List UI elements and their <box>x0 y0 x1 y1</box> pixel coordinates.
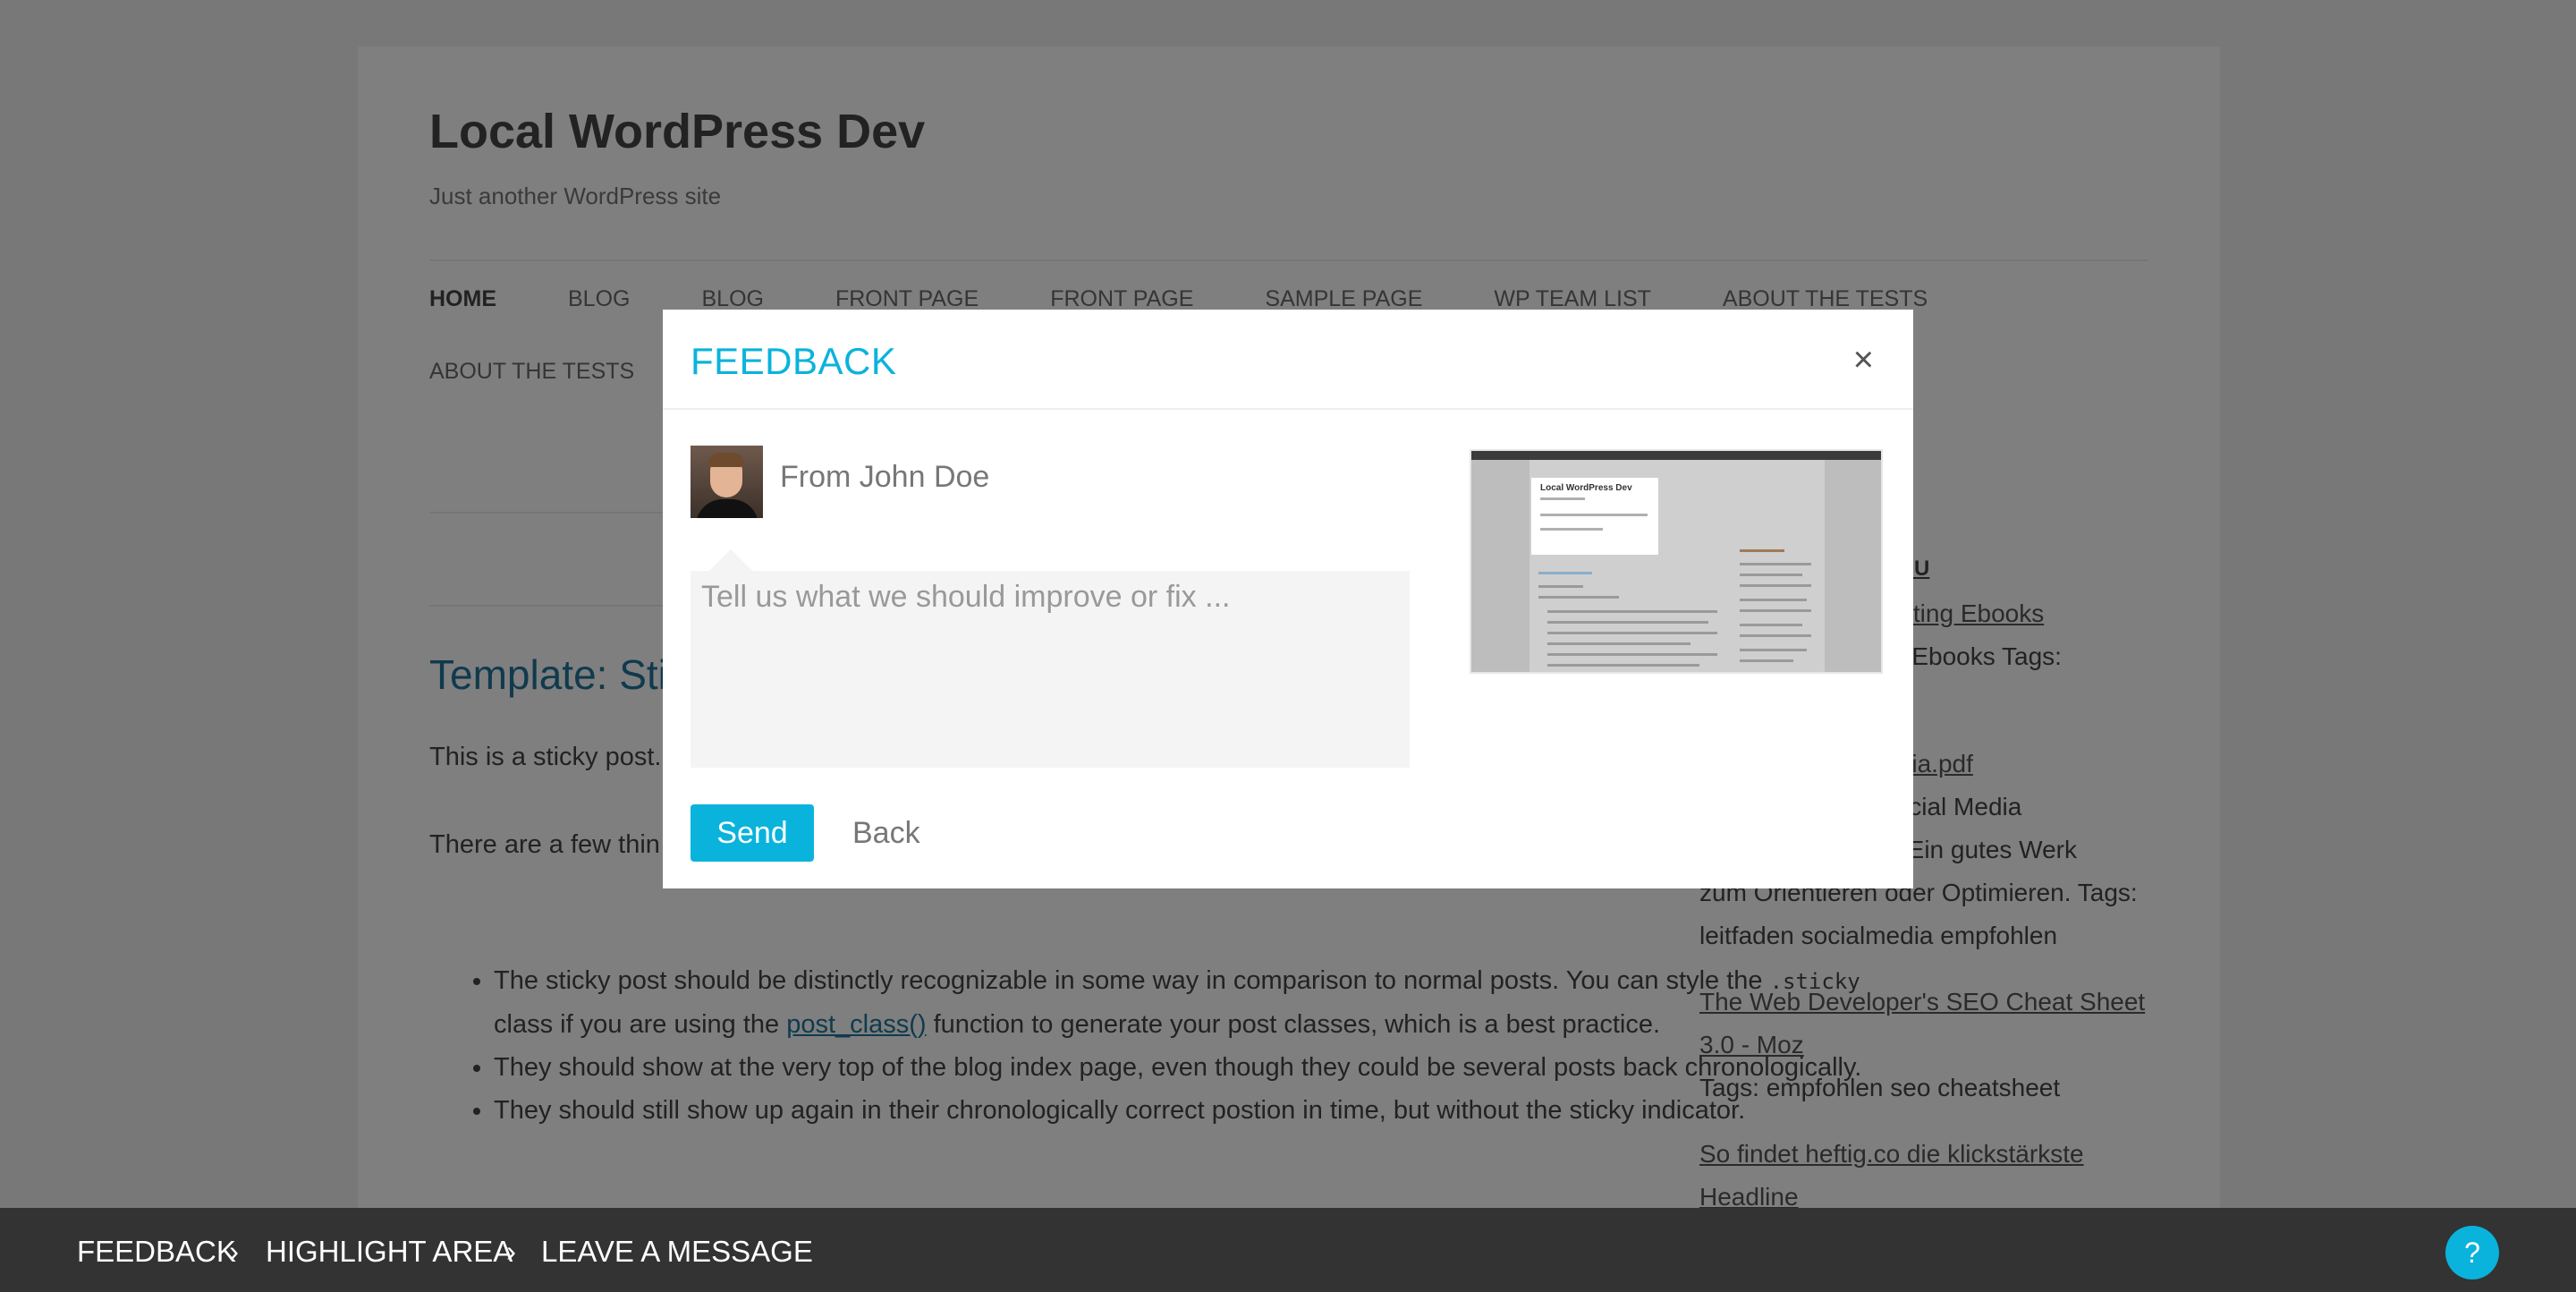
help-button[interactable]: ? <box>2445 1226 2499 1279</box>
chevron-right-icon: › <box>506 1235 516 1268</box>
feedback-steps-bar: FEEDBACK › HIGHLIGHT AREA › LEAVE A MESS… <box>0 1208 2576 1292</box>
back-button[interactable]: Back <box>852 816 920 851</box>
feedback-modal: FEEDBACK × From John Doe Send Back Local… <box>663 310 1913 888</box>
modal-header: FEEDBACK × <box>663 310 1913 410</box>
screenshot-thumbnail: Local WordPress Dev <box>1470 449 1883 674</box>
send-button[interactable]: Send <box>691 804 814 862</box>
avatar <box>691 446 763 518</box>
modal-title: FEEDBACK <box>691 340 897 382</box>
message-input[interactable] <box>691 571 1410 768</box>
message-caret <box>709 549 752 571</box>
from-label: From John Doe <box>780 460 990 494</box>
step-leave-a-message[interactable]: LEAVE A MESSAGE <box>541 1235 813 1269</box>
close-icon[interactable]: × <box>1853 340 1874 380</box>
step-highlight-area[interactable]: HIGHLIGHT AREA <box>266 1235 513 1269</box>
thumbnail-title: Local WordPress Dev <box>1540 483 1632 493</box>
step-feedback[interactable]: FEEDBACK <box>77 1235 236 1269</box>
chevron-right-icon: › <box>229 1235 239 1268</box>
